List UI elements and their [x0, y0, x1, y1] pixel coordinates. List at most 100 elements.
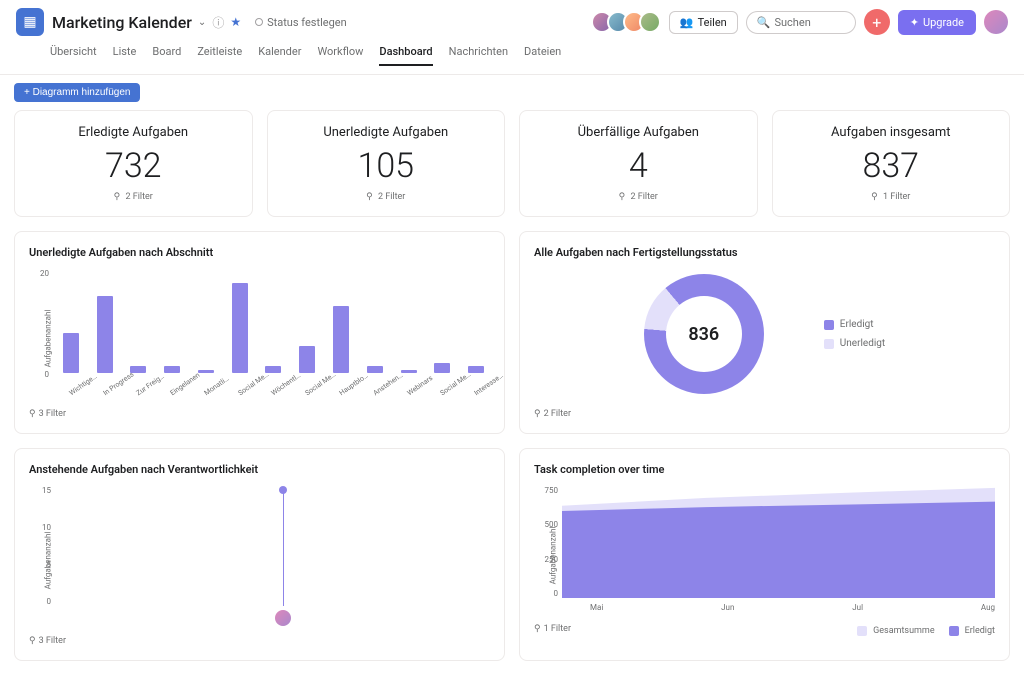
legend-label: Erledigt: [840, 319, 874, 330]
legend-swatch: [824, 339, 834, 349]
bar: [63, 333, 79, 373]
filter-icon: ⚲: [29, 636, 36, 646]
tab-nachrichten[interactable]: Nachrichten: [449, 45, 508, 66]
bar-column: Wichtige…: [57, 333, 85, 399]
chart-row: Unerledigte Aufgaben nach Abschnitt Aufg…: [14, 231, 1010, 434]
lollipop-dot: [279, 486, 287, 494]
bar-column: Hauptblo…: [327, 306, 355, 399]
share-button[interactable]: 👥 Teilen: [669, 11, 738, 34]
chevron-down-icon[interactable]: ⌄: [198, 17, 206, 28]
stat-card: Aufgaben insgesamt 837 ⚲ 1 Filter: [772, 110, 1011, 217]
member-avatars[interactable]: [591, 11, 661, 33]
bar-column: In Progress: [91, 296, 119, 399]
filter-icon: ⚲: [534, 409, 541, 419]
bar: [367, 366, 383, 373]
bar: [468, 366, 484, 373]
set-status-button[interactable]: Status festlegen: [255, 16, 347, 29]
legend-swatch: [857, 626, 867, 636]
filter-chip[interactable]: ⚲ 3 Filter: [29, 409, 490, 419]
filter-chip[interactable]: ⚲ 2 Filter: [619, 192, 658, 202]
bar: [130, 366, 146, 373]
project-title: Marketing Kalender: [52, 13, 192, 32]
stat-title: Aufgaben insgesamt: [831, 125, 951, 140]
tab-übersicht[interactable]: Übersicht: [50, 45, 97, 66]
x-axis-labels: Mai Jun Jul Aug: [562, 601, 995, 612]
x-tick: Jul: [852, 603, 863, 612]
search-input[interactable]: 🔍 Suchen: [746, 11, 856, 34]
donut-center-value: 836: [644, 274, 764, 394]
bar-chart-card: Unerledigte Aufgaben nach Abschnitt Aufg…: [14, 231, 505, 434]
filter-chip[interactable]: ⚲ 2 Filter: [366, 192, 405, 202]
tab-liste[interactable]: Liste: [113, 45, 137, 66]
bar-label: Wöchentl…: [270, 385, 286, 402]
bar-label: Interesse…: [473, 385, 489, 402]
chart-title: Task completion over time: [534, 463, 995, 476]
avatar: [639, 11, 661, 33]
stat-value: 837: [862, 146, 919, 186]
bar-column: Eingelanen: [158, 366, 186, 399]
stat-value: 732: [105, 146, 162, 186]
legend-item: Unerledigt: [824, 338, 885, 349]
dashboard-toolbar: + Diagramm hinzufügen: [0, 75, 1024, 110]
filter-chip[interactable]: ⚲ 2 Filter: [114, 192, 153, 202]
people-icon: 👥: [680, 16, 694, 29]
status-label: Status festlegen: [267, 16, 347, 29]
legend-label: Unerledigt: [840, 338, 885, 349]
stat-row: Erledigte Aufgaben732⚲ 2 FilterUnerledig…: [14, 110, 1010, 217]
title-block: Marketing Kalender ⌄ ⓘ ★ Status festlege…: [52, 13, 347, 32]
bar: [198, 370, 214, 373]
chart-row: Anstehende Aufgaben nach Verantwortlichk…: [14, 448, 1010, 661]
tab-dateien[interactable]: Dateien: [524, 45, 561, 66]
x-tick: Aug: [981, 603, 995, 612]
upgrade-button[interactable]: ✦ Upgrade: [898, 10, 976, 35]
filter-chip[interactable]: ⚲ 1 Filter: [871, 192, 910, 202]
bar-label: Webinars: [405, 385, 421, 402]
bar: [97, 296, 113, 373]
stat-title: Überfällige Aufgaben: [578, 125, 699, 140]
project-tabs: Übersicht Liste Board Zeitleiste Kalender Wor…: [0, 45, 1024, 75]
donut-ring: 836: [644, 274, 764, 394]
filter-chip[interactable]: ⚲ 3 Filter: [29, 636, 490, 646]
x-tick: Jun: [721, 603, 734, 612]
tab-dashboard[interactable]: Dashboard: [379, 45, 432, 66]
filter-chip[interactable]: ⚲ 2 Filter: [534, 409, 995, 419]
legend-swatch: [824, 320, 834, 330]
tab-workflow[interactable]: Workflow: [317, 45, 363, 66]
legend-label: Erledigt: [965, 626, 995, 636]
area-chart-card: Task completion over time Aufgabenanzahl…: [519, 448, 1010, 661]
chart-title: Unerledigte Aufgaben nach Abschnitt: [29, 246, 490, 259]
app-header: ▦ Marketing Kalender ⌄ ⓘ ★ Status festle…: [0, 0, 1024, 45]
bar-column: Social Me…: [226, 283, 254, 399]
donut-legend: Erledigt Unerledigt: [824, 319, 885, 349]
area-legend: Gesamtsumme Erledigt: [857, 626, 995, 636]
bar: [333, 306, 349, 373]
bar: [232, 283, 248, 373]
area-chart: Aufgabenanzahl 7505002500 MaiJunJulAug: [534, 486, 995, 616]
bar-label: Monatli…: [203, 385, 219, 402]
add-chart-button[interactable]: + Diagramm hinzufügen: [14, 83, 140, 102]
bar-label: Wichtige…: [68, 385, 84, 402]
sparkle-icon: ✦: [910, 16, 919, 29]
tab-board[interactable]: Board: [152, 45, 181, 66]
bar: [265, 366, 281, 373]
chart-title: Anstehende Aufgaben nach Verantwortlichk…: [29, 463, 490, 476]
search-icon: 🔍: [757, 16, 771, 29]
y-axis: 200: [29, 269, 49, 379]
assignee-avatar: [275, 610, 291, 626]
filter-chip[interactable]: ⚲ 1 Filter: [534, 624, 571, 634]
legend-item: Erledigt: [824, 319, 885, 330]
tab-zeitleiste[interactable]: Zeitleiste: [197, 45, 242, 66]
self-avatar[interactable]: [984, 10, 1008, 34]
y-axis: 151050: [33, 486, 51, 606]
global-add-button[interactable]: +: [864, 9, 890, 35]
lollipop-chart: Aufgabenanzahl 151050: [29, 486, 490, 626]
bar-chart: Aufgabenanzahl 200 Wichtige…In ProgressZ…: [29, 269, 490, 399]
filter-icon: ⚲: [871, 192, 878, 202]
x-tick: Mai: [590, 603, 603, 612]
star-icon[interactable]: ★: [230, 15, 241, 29]
info-icon[interactable]: ⓘ: [212, 14, 224, 31]
bar-label: Social Me…: [439, 385, 455, 402]
legend-item: Gesamtsumme: [857, 626, 934, 636]
tab-kalender[interactable]: Kalender: [258, 45, 301, 66]
lollipop-stem: [283, 490, 284, 606]
